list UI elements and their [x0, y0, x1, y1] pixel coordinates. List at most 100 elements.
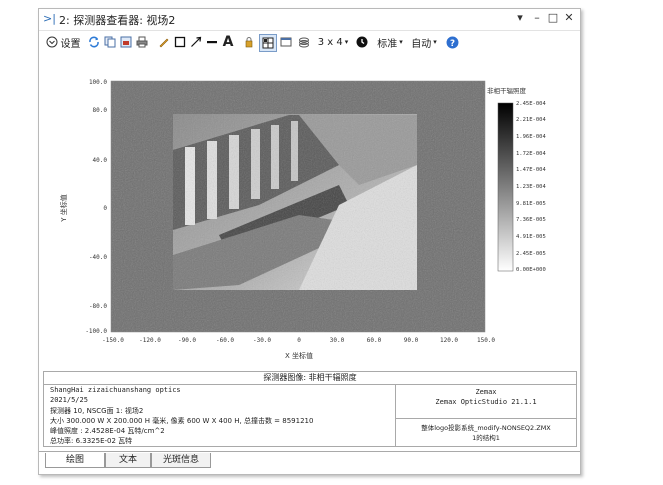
colorbar-tick: 9.81E-005	[516, 201, 546, 207]
info-panel-right: Zemax Zemax OpticStudio 21.1.1 整体logo投影系…	[395, 384, 577, 447]
text-icon: A	[222, 34, 234, 50]
colorbar-tick: 1.47E-004	[516, 167, 546, 173]
layers-button[interactable]	[297, 34, 311, 50]
info-detector: 探测器 10, NSCG面 1: 视场2	[50, 407, 144, 415]
x-tick-label: 30.0	[329, 337, 345, 344]
colorbar-tick: 7.36E-005	[516, 217, 546, 223]
y-axis-label: Y 坐标值	[60, 194, 68, 222]
info-config: 1的结构1	[472, 434, 500, 442]
help-button[interactable]: ?	[445, 34, 459, 50]
tab-text[interactable]: 文本	[105, 453, 151, 468]
chevron-down-icon: ▾	[399, 38, 403, 46]
pencil-icon	[159, 38, 169, 48]
x-tick-label: -120.0	[139, 337, 161, 344]
title-bar: >| 2: 探测器查看器: 视场2 ▾ – □ ✕	[39, 9, 580, 31]
print-button[interactable]	[135, 34, 149, 50]
colorbar-tick: 2.45E-005	[516, 251, 546, 257]
layout-label: 3 x 4	[317, 36, 343, 48]
y-tick-label: 80.0	[92, 107, 107, 114]
timer-button[interactable]	[355, 34, 369, 50]
auto-dropdown[interactable]: 自动 ▾	[409, 34, 439, 50]
tab-spot-info[interactable]: 光斑信息	[151, 453, 211, 468]
colorbar-tick: 1.96E-004	[516, 134, 546, 140]
x-tick-label: 90.0	[403, 337, 419, 344]
timer-icon	[356, 36, 368, 48]
tab-plot[interactable]: 绘图	[45, 453, 105, 468]
lock-button[interactable]	[242, 34, 256, 50]
window-title: 2: 探测器查看器: 视场2	[59, 14, 176, 27]
x-tick-label: -150.0	[102, 337, 124, 344]
settings-button[interactable]: 设置	[43, 34, 83, 50]
colorbar-tick: 1.72E-004	[516, 151, 546, 157]
chevron-down-icon: ▾	[433, 38, 437, 46]
x-axis-label: X 坐标值	[284, 352, 314, 360]
line-icon	[207, 41, 217, 44]
x-tick-label: 0	[297, 337, 301, 344]
info-peak-irradiance: 峰值照度 : 2.4528E-04 瓦特/cm^2	[50, 427, 165, 435]
copy-icon	[104, 36, 116, 48]
svg-text:?: ?	[449, 38, 454, 48]
y-tick-label: -100.0	[85, 328, 107, 335]
colorbar-title: 非相干辐照度	[487, 87, 526, 95]
x-tick-label: -90.0	[177, 337, 197, 344]
print-icon	[136, 36, 148, 48]
rectangle-icon	[174, 36, 186, 48]
export-button[interactable]	[119, 34, 133, 50]
info-size: 大小 300.000 W X 200.000 H 毫米, 像素 600 W X …	[50, 417, 314, 425]
y-tick-label: -80.0	[88, 303, 107, 310]
toolbar: 设置 A 3 x 4 ▾ 标准 ▾ 自动 ▾ ?	[39, 31, 580, 53]
bottom-tabs: 绘图 文本 光斑信息	[39, 451, 580, 474]
help-icon: ?	[446, 36, 458, 48]
app-icon: >|	[43, 12, 56, 25]
window-menu-dropdown-button[interactable]: ▾	[513, 11, 527, 24]
colorbar-tick: 1.23E-004	[516, 184, 546, 190]
auto-label: 自动	[411, 38, 432, 50]
plot-caption: 探测器图像: 非相干辐照度	[43, 371, 577, 385]
layers-icon	[299, 37, 309, 48]
info-total-power: 总功率: 6.3325E-02 瓦特	[50, 437, 133, 445]
line-tool[interactable]	[205, 34, 219, 50]
detector-viewer-window: >| 2: 探测器查看器: 视场2 ▾ – □ ✕ 设置 A 3 x 4 ▾ 标…	[38, 8, 581, 475]
info-date: 2021/5/25	[50, 396, 88, 404]
detector-image	[110, 80, 514, 333]
info-panel-left: ShangHai zizaichuanshang optics 2021/5/2…	[43, 384, 396, 447]
x-tick-label: 120.0	[439, 337, 459, 344]
arrow-icon	[191, 36, 202, 47]
y-tick-label: 40.0	[92, 157, 107, 164]
colorbar-tick: 0.00E+000	[516, 267, 546, 273]
arrow-tool[interactable]	[189, 34, 203, 50]
refresh-button[interactable]	[87, 34, 101, 50]
x-tick-label: 60.0	[366, 337, 382, 344]
layout-dropdown[interactable]: 3 x 4 ▾	[315, 34, 351, 50]
pencil-tool[interactable]	[157, 34, 171, 50]
window-button[interactable]	[279, 34, 293, 50]
lock-icon	[245, 37, 253, 48]
info-product: Zemax OpticStudio 21.1.1	[435, 398, 537, 406]
chevron-circle-icon	[46, 36, 57, 48]
colorbar-tick: 2.21E-004	[516, 117, 546, 123]
y-tick-label: 100.0	[88, 79, 107, 86]
chevron-down-icon: ▾	[344, 38, 349, 46]
info-company: ShangHai zizaichuanshang optics	[50, 386, 181, 394]
text-tool[interactable]: A	[221, 34, 235, 50]
standard-dropdown[interactable]: 标准 ▾	[375, 34, 405, 50]
minimize-button[interactable]: –	[530, 11, 544, 24]
window-icon	[280, 37, 292, 47]
y-tick-label: -40.0	[88, 254, 107, 261]
copy-button[interactable]	[103, 34, 117, 50]
close-button[interactable]: ✕	[562, 11, 576, 24]
grid-icon	[262, 37, 274, 49]
rectangle-tool[interactable]	[173, 34, 187, 50]
colorbar-tick: 2.45E-004	[516, 101, 546, 107]
colorbar-tick: 4.91E-005	[516, 234, 546, 240]
x-tick-label: -60.0	[215, 337, 235, 344]
y-tick-label: 0	[103, 205, 107, 212]
x-tick-label: 150.0	[476, 337, 496, 344]
standard-label: 标准	[377, 38, 398, 50]
info-divider	[396, 418, 576, 419]
plot-canvas: 100.0 80.0 40.0 0 -40.0 -80.0 -100.0 Y 坐…	[39, 55, 580, 371]
info-brand: Zemax	[475, 388, 497, 396]
maximize-button[interactable]: □	[546, 11, 560, 24]
export-icon	[120, 36, 132, 48]
grid-toggle-button[interactable]	[259, 34, 277, 52]
